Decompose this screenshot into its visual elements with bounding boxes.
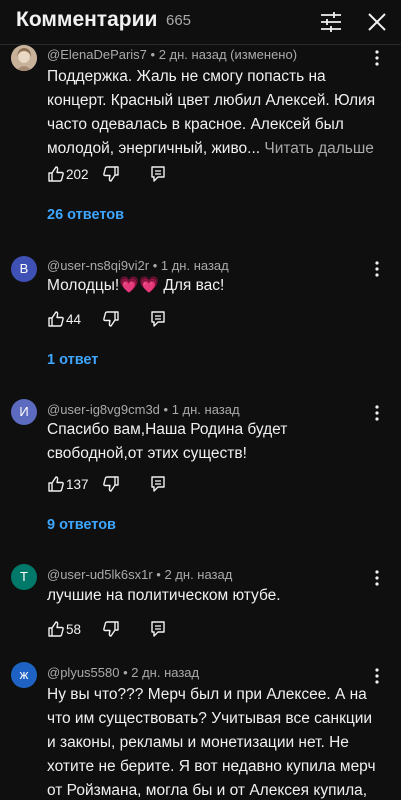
heart-emoji: 💗💗 <box>119 277 160 294</box>
reply-comment-icon <box>151 621 165 637</box>
reply-button[interactable] <box>149 310 167 333</box>
panel-title: Комментарии <box>16 8 158 31</box>
comment-text: лучшие на политическом ютубе. <box>47 587 281 604</box>
dislike-button[interactable] <box>102 310 120 333</box>
read-more-link[interactable]: Читать дальше <box>264 140 374 157</box>
comment-time: 1 дн. назад <box>160 258 229 273</box>
view-replies-link[interactable]: 1 ответ <box>47 352 98 368</box>
avatar[interactable] <box>11 45 37 71</box>
comment-time: 2 дн. назад (изменено) <box>158 47 298 62</box>
like-button[interactable]: 44 <box>47 310 81 333</box>
comment-meta: @user-ud5lk6sx1r • 2 дн. назад <box>47 567 233 582</box>
comment-author[interactable]: @user-ud5lk6sx1r <box>47 567 153 582</box>
comment-actions: 44 <box>47 310 177 330</box>
reply-comment-icon <box>151 311 165 327</box>
like-count: 44 <box>66 312 82 327</box>
comment-author[interactable]: @ElenaDeParis7 <box>47 47 147 62</box>
comment-author[interactable]: @user-ns8qi9vi2r <box>47 258 149 273</box>
comment-meta: @user-ig8vg9cm3d • 1 дн. назад <box>47 402 240 417</box>
like-button[interactable]: 58 <box>47 620 81 643</box>
avatar[interactable]: ж <box>11 662 37 688</box>
comment-meta: @user-ns8qi9vi2r • 1 дн. назад <box>47 258 229 273</box>
comment-count: 665 <box>166 12 192 29</box>
close-icon <box>368 13 386 31</box>
thumb-up-icon <box>48 476 64 492</box>
reply-comment-icon <box>151 166 165 182</box>
avatar[interactable]: T <box>11 564 37 590</box>
thumb-up-icon <box>48 311 64 327</box>
avatar[interactable]: И <box>11 399 37 425</box>
reply-button[interactable] <box>149 620 167 643</box>
like-button[interactable]: 137 <box>47 475 89 498</box>
comment-body: Молодцы! <box>47 277 120 294</box>
like-button[interactable]: 202 <box>47 165 89 188</box>
thumb-down-icon <box>103 621 119 637</box>
sliders-icon <box>321 12 341 32</box>
like-count: 202 <box>66 167 89 182</box>
comment-body-end: Для вас! <box>159 277 225 294</box>
comment-actions: 58 <box>47 620 177 640</box>
comment-text: Молодцы!💗💗 Для вас! <box>47 274 377 298</box>
avatar[interactable]: B <box>11 256 37 282</box>
thumb-down-icon <box>103 166 119 182</box>
like-count: 137 <box>66 477 89 492</box>
view-replies-link[interactable]: 9 ответов <box>47 517 116 533</box>
dislike-button[interactable] <box>102 620 120 643</box>
avatar-photo-icon <box>11 45 37 71</box>
like-count: 58 <box>66 622 82 637</box>
comment-time: 2 дн. назад <box>164 567 233 582</box>
comment-meta: @ElenaDeParis7 • 2 дн. назад (изменено) <box>47 47 298 62</box>
comment-time: 1 дн. назад <box>171 402 240 417</box>
comment-meta: @plyus5580 • 2 дн. назад <box>47 665 200 680</box>
sort-filter-button[interactable] <box>318 9 344 35</box>
comment-text: Ну вы что??? Мерч был и при Алексее. А н… <box>47 686 376 799</box>
reply-button[interactable] <box>149 475 167 498</box>
reply-comment-icon <box>151 476 165 492</box>
comment-actions: 137 <box>47 475 177 495</box>
dislike-button[interactable] <box>102 165 120 188</box>
comments-header: Комментарии 665 <box>0 0 401 45</box>
comment-actions: 202 <box>47 165 177 185</box>
view-replies-link[interactable]: 26 ответов <box>47 207 124 223</box>
thumb-down-icon <box>103 476 119 492</box>
comment-time: 2 дн. назад <box>131 665 200 680</box>
thumb-up-icon <box>48 166 64 182</box>
dislike-button[interactable] <box>102 475 120 498</box>
thumb-down-icon <box>103 311 119 327</box>
comment-author[interactable]: @user-ig8vg9cm3d <box>47 402 160 417</box>
reply-button[interactable] <box>149 165 167 188</box>
comment-text: Поддержка. Жаль не смогу попасть на конц… <box>47 65 377 161</box>
thumb-up-icon <box>48 621 64 637</box>
comment-text: Спасибо вам,Наша Родина будет свободной,… <box>47 421 288 462</box>
close-button[interactable] <box>364 9 390 35</box>
comment-author[interactable]: @plyus5580 <box>47 665 119 680</box>
